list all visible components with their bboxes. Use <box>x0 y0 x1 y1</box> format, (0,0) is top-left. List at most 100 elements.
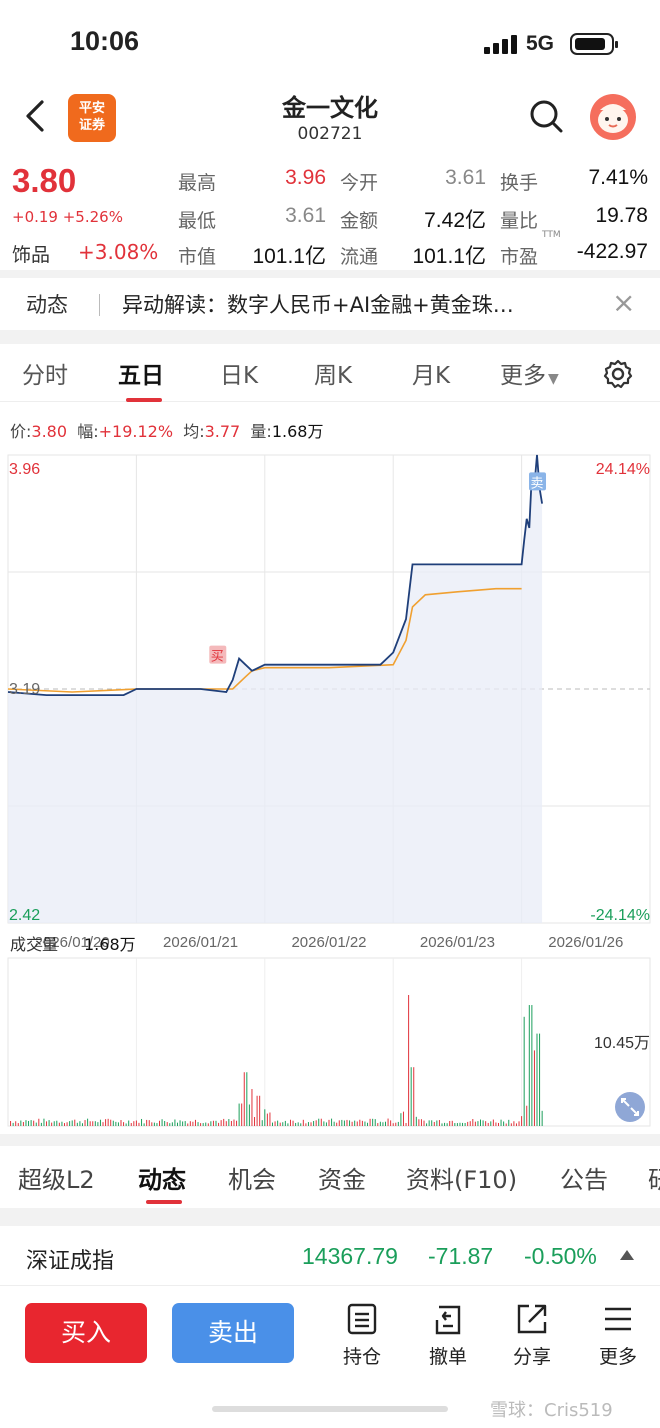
stat-range: +19.12% <box>98 422 174 441</box>
chart-stats: 价:3.80 幅:+19.12% 均:3.77 量:1.68万 <box>10 422 324 441</box>
x-axis-date-label: 2026/01/22 <box>291 934 366 951</box>
market-index-row[interactable]: 深证成指 14367.79 -71.87 -0.50% <box>0 1226 660 1286</box>
tab-research[interactable]: 研 <box>648 1160 660 1195</box>
volume-ratio-label: 量比 <box>500 210 539 232</box>
index-value: 14367.79 <box>302 1243 398 1269</box>
tab-active-indicator <box>146 1200 182 1204</box>
volume-ratio-value: 19.78 <box>595 204 648 227</box>
close-icon[interactable]: × <box>612 289 640 318</box>
divider <box>0 1134 660 1146</box>
tab-weekly-k[interactable]: 周K <box>314 356 352 390</box>
index-change-pct: -0.50% <box>524 1243 597 1269</box>
low-value: 3.61 <box>285 204 326 227</box>
volume-max-label: 10.45万 <box>594 1035 650 1052</box>
status-bar: 10:06 5G <box>0 0 660 80</box>
y-axis-prev-close-label: 3.19 <box>9 681 40 698</box>
open-value: 3.61 <box>445 166 486 189</box>
nav-header: 平安 证券 金一文化 002721 <box>0 80 660 154</box>
news-separator <box>99 294 100 316</box>
pe-ttm-label: 市盈 <box>500 246 539 268</box>
search-icon[interactable] <box>528 98 564 134</box>
fullscreen-icon[interactable] <box>615 1092 645 1122</box>
signal-icon <box>484 34 518 54</box>
float-cap-value: 101.1亿 <box>412 245 486 268</box>
stat-price: 3.80 <box>31 422 68 441</box>
share-icon <box>517 1304 547 1334</box>
info-tabs: 超级L2 动态 机会 资金 资料(F10) 公告 研 <box>0 1146 660 1208</box>
index-name: 深证成指 <box>26 1249 115 1274</box>
high-label: 最高 <box>178 172 217 194</box>
tab-announcements[interactable]: 公告 <box>560 1160 608 1195</box>
dropdown-arrow-icon: ▼ <box>548 371 559 387</box>
tab-more[interactable]: 更多 ▼ <box>500 356 559 390</box>
tab-intraday[interactable]: 分时 <box>22 356 68 390</box>
open-label: 今开 <box>340 172 379 194</box>
cancel-order-button[interactable]: 撤单 <box>420 1302 476 1369</box>
low-label: 最低 <box>178 210 217 232</box>
network-type: 5G <box>526 32 555 55</box>
gear-icon[interactable] <box>602 358 634 390</box>
tab-active-indicator <box>126 398 162 402</box>
five-day-chart[interactable]: 买卖 3.962.423.1924.14%-24.14%2026/01/20 20… <box>0 450 660 1134</box>
tab-monthly-k[interactable]: 月K <box>412 356 450 390</box>
holdings-icon <box>347 1303 377 1335</box>
stat-avg: 3.77 <box>204 422 241 441</box>
status-time: 10:06 <box>70 26 140 56</box>
turnover-label: 换手 <box>500 172 539 194</box>
high-value: 3.96 <box>285 166 326 189</box>
stat-volume: 1.68万 <box>271 422 324 441</box>
amount-label: 金额 <box>340 210 379 232</box>
price-change: +0.19 +5.26% <box>12 208 123 226</box>
divider <box>0 330 660 344</box>
chart-period-tabs: 分时 五日 日K 周K 月K 更多 ▼ <box>0 346 660 402</box>
quote-panel: 3.80 +0.19 +5.26% 饰品 +3.08% 最高 3.96 今开 3.61… <box>0 158 660 270</box>
price-area-fill <box>8 455 543 923</box>
turnover-value: 7.41% <box>588 166 648 189</box>
cancel-order-icon <box>435 1305 461 1335</box>
tab-daily-k[interactable]: 日K <box>220 356 258 390</box>
news-ticker[interactable]: 动态 异动解读：数字人民币+AI金融+黄金珠… × <box>0 278 660 330</box>
divider <box>0 1208 660 1226</box>
more-icon <box>605 1307 631 1331</box>
pe-ttm-value: -422.97 <box>576 240 648 263</box>
tab-f10[interactable]: 资料(F10) <box>406 1160 517 1195</box>
y-axis-right-bottom-label: -24.14% <box>590 907 650 924</box>
tab-news[interactable]: 动态 <box>138 1160 186 1195</box>
share-button[interactable]: 分享 <box>504 1302 560 1369</box>
y-axis-top-label: 3.96 <box>9 461 40 478</box>
home-indicator[interactable] <box>212 1406 448 1412</box>
index-change: -71.87 <box>428 1243 494 1269</box>
battery-icon <box>570 33 618 55</box>
fullscreen-icon-bg <box>615 1092 645 1122</box>
tab-funds[interactable]: 资金 <box>318 1160 366 1195</box>
volume-value: 1.68万 <box>84 935 136 954</box>
buy-marker-label: 买 <box>211 650 224 665</box>
market-cap-label: 市值 <box>178 246 217 268</box>
amount-value: 7.42亿 <box>424 209 486 232</box>
ttm-label: TTM <box>542 230 561 240</box>
sell-marker: 卖 <box>529 472 547 491</box>
buy-button[interactable]: 买入 <box>25 1303 147 1363</box>
sector-change[interactable]: +3.08% <box>78 240 158 264</box>
x-axis-date-label: 2026/01/26 <box>548 934 623 951</box>
news-text[interactable]: 异动解读：数字人民币+AI金融+黄金珠… <box>122 289 514 319</box>
buy-marker: 买 <box>209 645 227 665</box>
sell-marker-label: 卖 <box>531 476 544 491</box>
tab-level2[interactable]: 超级L2 <box>18 1160 95 1195</box>
volume-frame <box>7 957 651 1127</box>
tab-opportunity[interactable]: 机会 <box>228 1160 276 1195</box>
market-cap-value: 101.1亿 <box>252 245 326 268</box>
trade-action-bar: 买入 卖出 持仓 撤单 分享 更多 <box>0 1290 660 1380</box>
volume-label: 成交量 <box>10 935 58 954</box>
sell-button[interactable]: 卖出 <box>172 1303 294 1363</box>
news-tag: 动态 <box>26 293 68 317</box>
holdings-button[interactable]: 持仓 <box>334 1302 390 1369</box>
sector-name[interactable]: 饰品 <box>12 240 50 267</box>
expand-up-icon[interactable] <box>620 1250 634 1260</box>
tab-five-day[interactable]: 五日 <box>118 356 164 390</box>
float-cap-label: 流通 <box>340 246 379 268</box>
y-axis-bottom-label: 2.42 <box>9 907 40 924</box>
avatar[interactable] <box>590 94 636 140</box>
more-button[interactable]: 更多 <box>590 1302 646 1369</box>
y-axis-right-top-label: 24.14% <box>596 461 650 478</box>
